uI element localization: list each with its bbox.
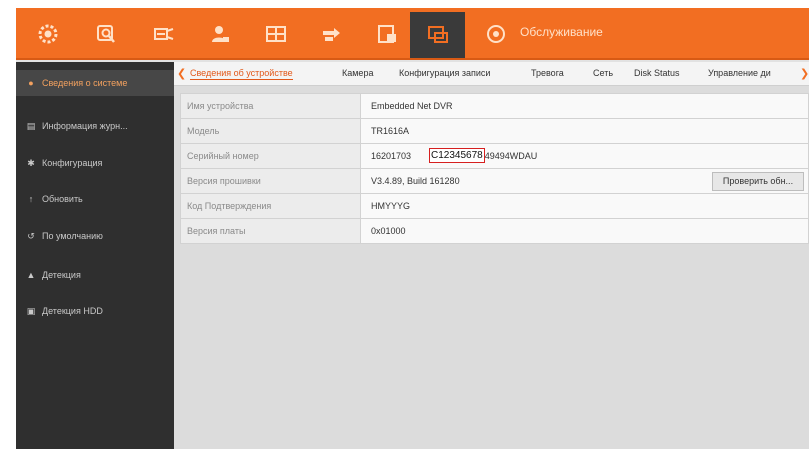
circle-icon[interactable]	[476, 14, 516, 54]
warning-icon: ▲	[26, 270, 36, 280]
tab-bar: ❮ Сведения об устройстве Камера Конфигур…	[174, 62, 809, 86]
table-row: Версия платы 0x01000	[180, 218, 809, 244]
check-update-button[interactable]: Проверить обн...	[712, 172, 804, 191]
app-window: Обслуживание ● Сведения о системе ▤ Инфо…	[16, 8, 809, 449]
verification-code-value: HMYYYG	[361, 193, 809, 219]
sidebar-item-log[interactable]: ▤ Информация журн...	[16, 113, 174, 139]
model-label: Модель	[180, 118, 361, 144]
board-version-label: Версия платы	[180, 218, 361, 244]
monitor-icon[interactable]	[410, 12, 465, 58]
info-icon: ●	[28, 78, 34, 88]
device-name-value: Embedded Net DVR	[361, 93, 809, 119]
board-version-value: 0x01000	[361, 218, 809, 244]
serial-suffix: 49494WDAU	[484, 151, 538, 161]
network-icon[interactable]	[312, 14, 352, 54]
tab-camera[interactable]: Камера	[342, 68, 373, 78]
table-row: Серийный номер 16201703 C12345678 49494WDA…	[180, 143, 809, 169]
maintenance-label: Обслуживание	[520, 25, 603, 39]
reset-icon: ↺	[27, 230, 35, 241]
sidebar-item-system-info[interactable]: ● Сведения о системе	[16, 70, 174, 96]
sidebar-item-detection[interactable]: ▲ Детекция	[16, 262, 174, 288]
table-row: Код Подтверждения HMYYYG	[180, 193, 809, 219]
sidebar-item-label: Детекция	[42, 270, 81, 280]
sidebar: ● Сведения о системе ▤ Информация журн..…	[16, 62, 174, 449]
sidebar-item-config[interactable]: ✱ Конфигурация	[16, 150, 174, 176]
serial-prefix: 16201703	[371, 151, 412, 161]
sidebar-item-hdd-detection[interactable]: ▣ Детекция HDD	[16, 298, 174, 324]
search-icon[interactable]	[86, 14, 126, 54]
firmware-version-value: V3.4.89, Build 161280 Проверить обн...	[361, 168, 809, 194]
disk-icon: ▣	[26, 305, 36, 316]
serial-number-label: Серийный номер	[180, 143, 361, 169]
file-icon: ▤	[26, 120, 36, 131]
sidebar-item-label: Конфигурация	[42, 158, 103, 168]
sidebar-item-label: Обновить	[42, 194, 83, 204]
device-name-label: Имя устройства	[180, 93, 361, 119]
main-panel: ❮ Сведения об устройстве Камера Конфигур…	[174, 62, 809, 449]
sidebar-item-label: Информация журн...	[42, 121, 128, 131]
sidebar-item-label: Детекция HDD	[42, 306, 103, 316]
serial-number-value: 16201703 C12345678 49494WDAU	[361, 143, 809, 169]
model-value: TR1616A	[361, 118, 809, 144]
sidebar-item-label: Сведения о системе	[42, 78, 128, 88]
tab-alarm[interactable]: Тревога	[531, 68, 564, 78]
sidebar-item-upgrade[interactable]: ↑ Обновить	[16, 186, 174, 212]
serial-masked: C12345678	[429, 148, 485, 164]
table-row: Версия прошивки V3.4.89, Build 161280 Пр…	[180, 168, 809, 194]
tab-disk-status[interactable]: Disk Status	[634, 68, 680, 78]
tab-disk-management[interactable]: Управление ди	[708, 68, 771, 78]
tab-network[interactable]: Сеть	[593, 68, 613, 78]
firmware-version-text: V3.4.89, Build 161280	[371, 176, 460, 186]
verification-code-label: Код Подтверждения	[180, 193, 361, 219]
firmware-version-label: Версия прошивки	[180, 168, 361, 194]
user-icon[interactable]	[200, 14, 240, 54]
export-icon[interactable]	[368, 14, 408, 54]
tab-device-info[interactable]: Сведения об устройстве	[190, 68, 293, 80]
refresh-icon: ↑	[28, 194, 34, 204]
table-row: Модель TR1616A	[180, 118, 809, 144]
table-row: Имя устройства Embedded Net DVR	[180, 93, 809, 119]
sidebar-item-default[interactable]: ↺ По умолчанию	[16, 223, 174, 249]
gear-icon: ✱	[27, 157, 35, 168]
top-toolbar: Обслуживание	[16, 8, 809, 60]
grid-icon[interactable]	[256, 14, 296, 54]
chevron-right-icon[interactable]: ❯	[800, 67, 809, 80]
gear-icon[interactable]	[28, 14, 68, 54]
chevron-left-icon[interactable]: ❮	[177, 67, 186, 80]
sidebar-item-label: По умолчанию	[42, 231, 103, 241]
tab-record-config[interactable]: Конфигурация записи	[399, 68, 490, 78]
camera-link-icon[interactable]	[144, 14, 184, 54]
